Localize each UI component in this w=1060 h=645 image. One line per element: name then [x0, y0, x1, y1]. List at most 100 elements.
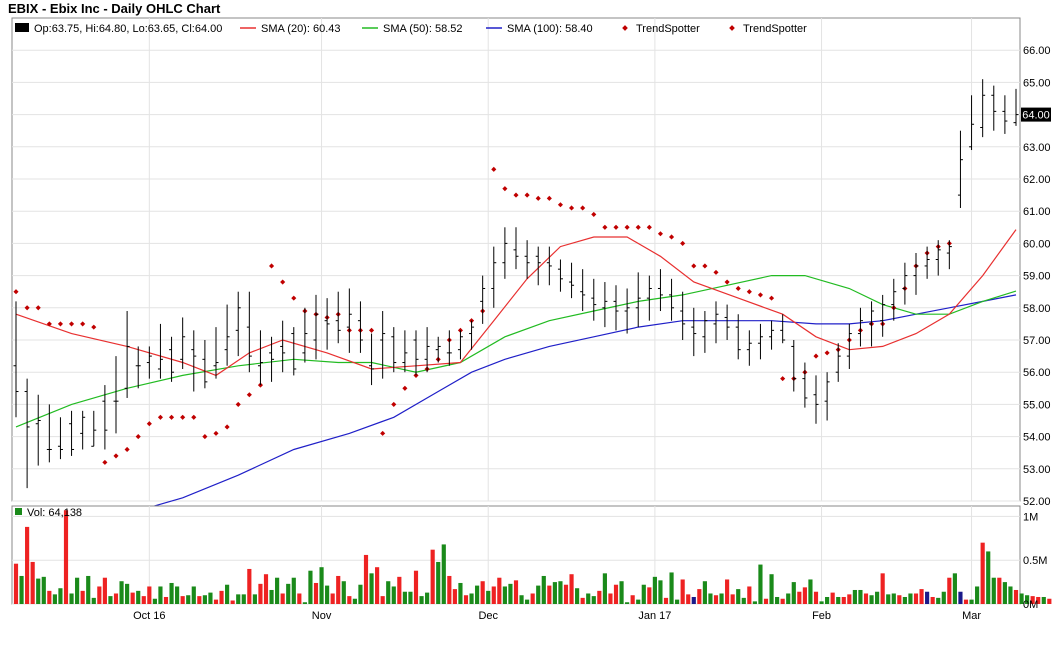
volume-bar [475, 585, 480, 604]
volume-bar [125, 583, 130, 604]
volume-bar [113, 593, 119, 604]
volume-bar [752, 601, 757, 604]
sma50-legend-text: SMA (50): 58.52 [383, 23, 463, 35]
volume-bar [741, 597, 746, 604]
volume-bar [947, 577, 952, 604]
price-tick-label: 58.00 [1023, 303, 1051, 315]
volume-bar [1041, 596, 1046, 604]
volume-bar [858, 589, 863, 604]
volume-bar [169, 582, 174, 604]
x-tick-label: Oct 16 [133, 610, 165, 622]
volume-bar [158, 586, 163, 604]
volume-bar [519, 595, 524, 604]
price-tick-label: 59.00 [1023, 271, 1051, 283]
volume-bar [86, 575, 91, 604]
volume-bar [236, 594, 241, 604]
volume-bar [652, 576, 657, 604]
volume-bar [619, 581, 624, 604]
volume-bar [419, 596, 424, 604]
volume-bar [675, 599, 680, 604]
volume-bar [247, 568, 252, 604]
price-tick-label: 66.00 [1023, 45, 1051, 57]
volume-bar [930, 596, 935, 604]
volume-bar [680, 579, 685, 604]
volume-bar [219, 590, 224, 604]
price-tick-label: 53.00 [1023, 464, 1051, 476]
volume-bar [597, 590, 602, 604]
volume-bar [913, 593, 919, 604]
volume-bar [880, 573, 885, 604]
volume-bar [841, 596, 846, 604]
volume-bar [386, 581, 391, 604]
volume-bar [25, 526, 30, 604]
volume-bar [613, 584, 619, 604]
volume-bar [280, 593, 285, 604]
volume-bar [836, 596, 841, 604]
sma100-legend-text: SMA (100): 58.40 [507, 23, 593, 35]
volume-bar [569, 574, 574, 604]
volume-bar [397, 576, 402, 604]
volume-bar [941, 591, 946, 604]
volume-bar [525, 599, 530, 604]
volume-bar [763, 598, 769, 604]
volume-bar [536, 585, 541, 604]
volume-bar [975, 586, 980, 604]
volume-bar [630, 595, 635, 604]
volume-tick-label: 1M [1023, 511, 1038, 523]
volume-bar [530, 593, 535, 604]
volume-bar [636, 599, 641, 604]
volume-bar [969, 599, 974, 604]
volume-bar [136, 590, 141, 604]
price-tick-label: 62.00 [1023, 174, 1051, 186]
volume-bar [63, 510, 69, 604]
volume-bar [702, 581, 707, 604]
volume-bar [319, 567, 324, 604]
ohlc-legend-text: Op:63.75, Hi:64.80, Lo:63.65, Cl:64.00 [34, 23, 222, 35]
volume-bar [991, 577, 996, 604]
volume-bar [669, 572, 674, 604]
price-tick-label: 63.00 [1023, 142, 1051, 154]
volume-bar [252, 594, 257, 604]
volume-bar [91, 597, 96, 604]
volume-bar [425, 592, 430, 604]
volume-bar [347, 596, 352, 604]
volume-bar [997, 577, 1002, 604]
volume-bar [1002, 582, 1007, 604]
volume-bar [925, 591, 930, 604]
volume-bar [875, 591, 880, 604]
volume-bar [175, 586, 180, 604]
price-panel [11, 17, 1021, 508]
sma20-legend-text: SMA (20): 60.43 [261, 23, 341, 35]
volume-bar [725, 579, 730, 604]
volume-bar [558, 581, 563, 604]
volume-bar [163, 596, 169, 604]
volume-bar [830, 592, 835, 604]
price-tick-label: 65.00 [1023, 77, 1051, 89]
volume-bar [230, 600, 235, 604]
volume-bar [936, 597, 941, 604]
volume-bar [41, 576, 46, 604]
volume-bar [908, 593, 913, 604]
price-tick-label: 55.00 [1023, 399, 1051, 411]
volume-bar [130, 592, 135, 604]
volume-bar [191, 586, 196, 604]
volume-bar [263, 574, 269, 604]
volume-bar [497, 577, 502, 604]
volume-bar [547, 585, 552, 604]
x-tick-label: Dec [478, 610, 498, 622]
volume-bar [147, 586, 152, 604]
volume-bar [69, 593, 74, 604]
volume-bar [958, 591, 963, 604]
volume-bar [241, 594, 246, 604]
volume-bar [108, 596, 113, 604]
volume-bar [502, 586, 507, 604]
volume-bar [508, 583, 513, 604]
volume-bar [458, 582, 463, 604]
volume-bar [736, 589, 741, 604]
volume-bar [608, 593, 613, 604]
volume-bar [852, 589, 857, 604]
volume-bar [47, 590, 52, 604]
volume-bar [708, 593, 713, 604]
volume-bar [719, 593, 724, 604]
ohlc-legend-swatch [15, 23, 29, 32]
